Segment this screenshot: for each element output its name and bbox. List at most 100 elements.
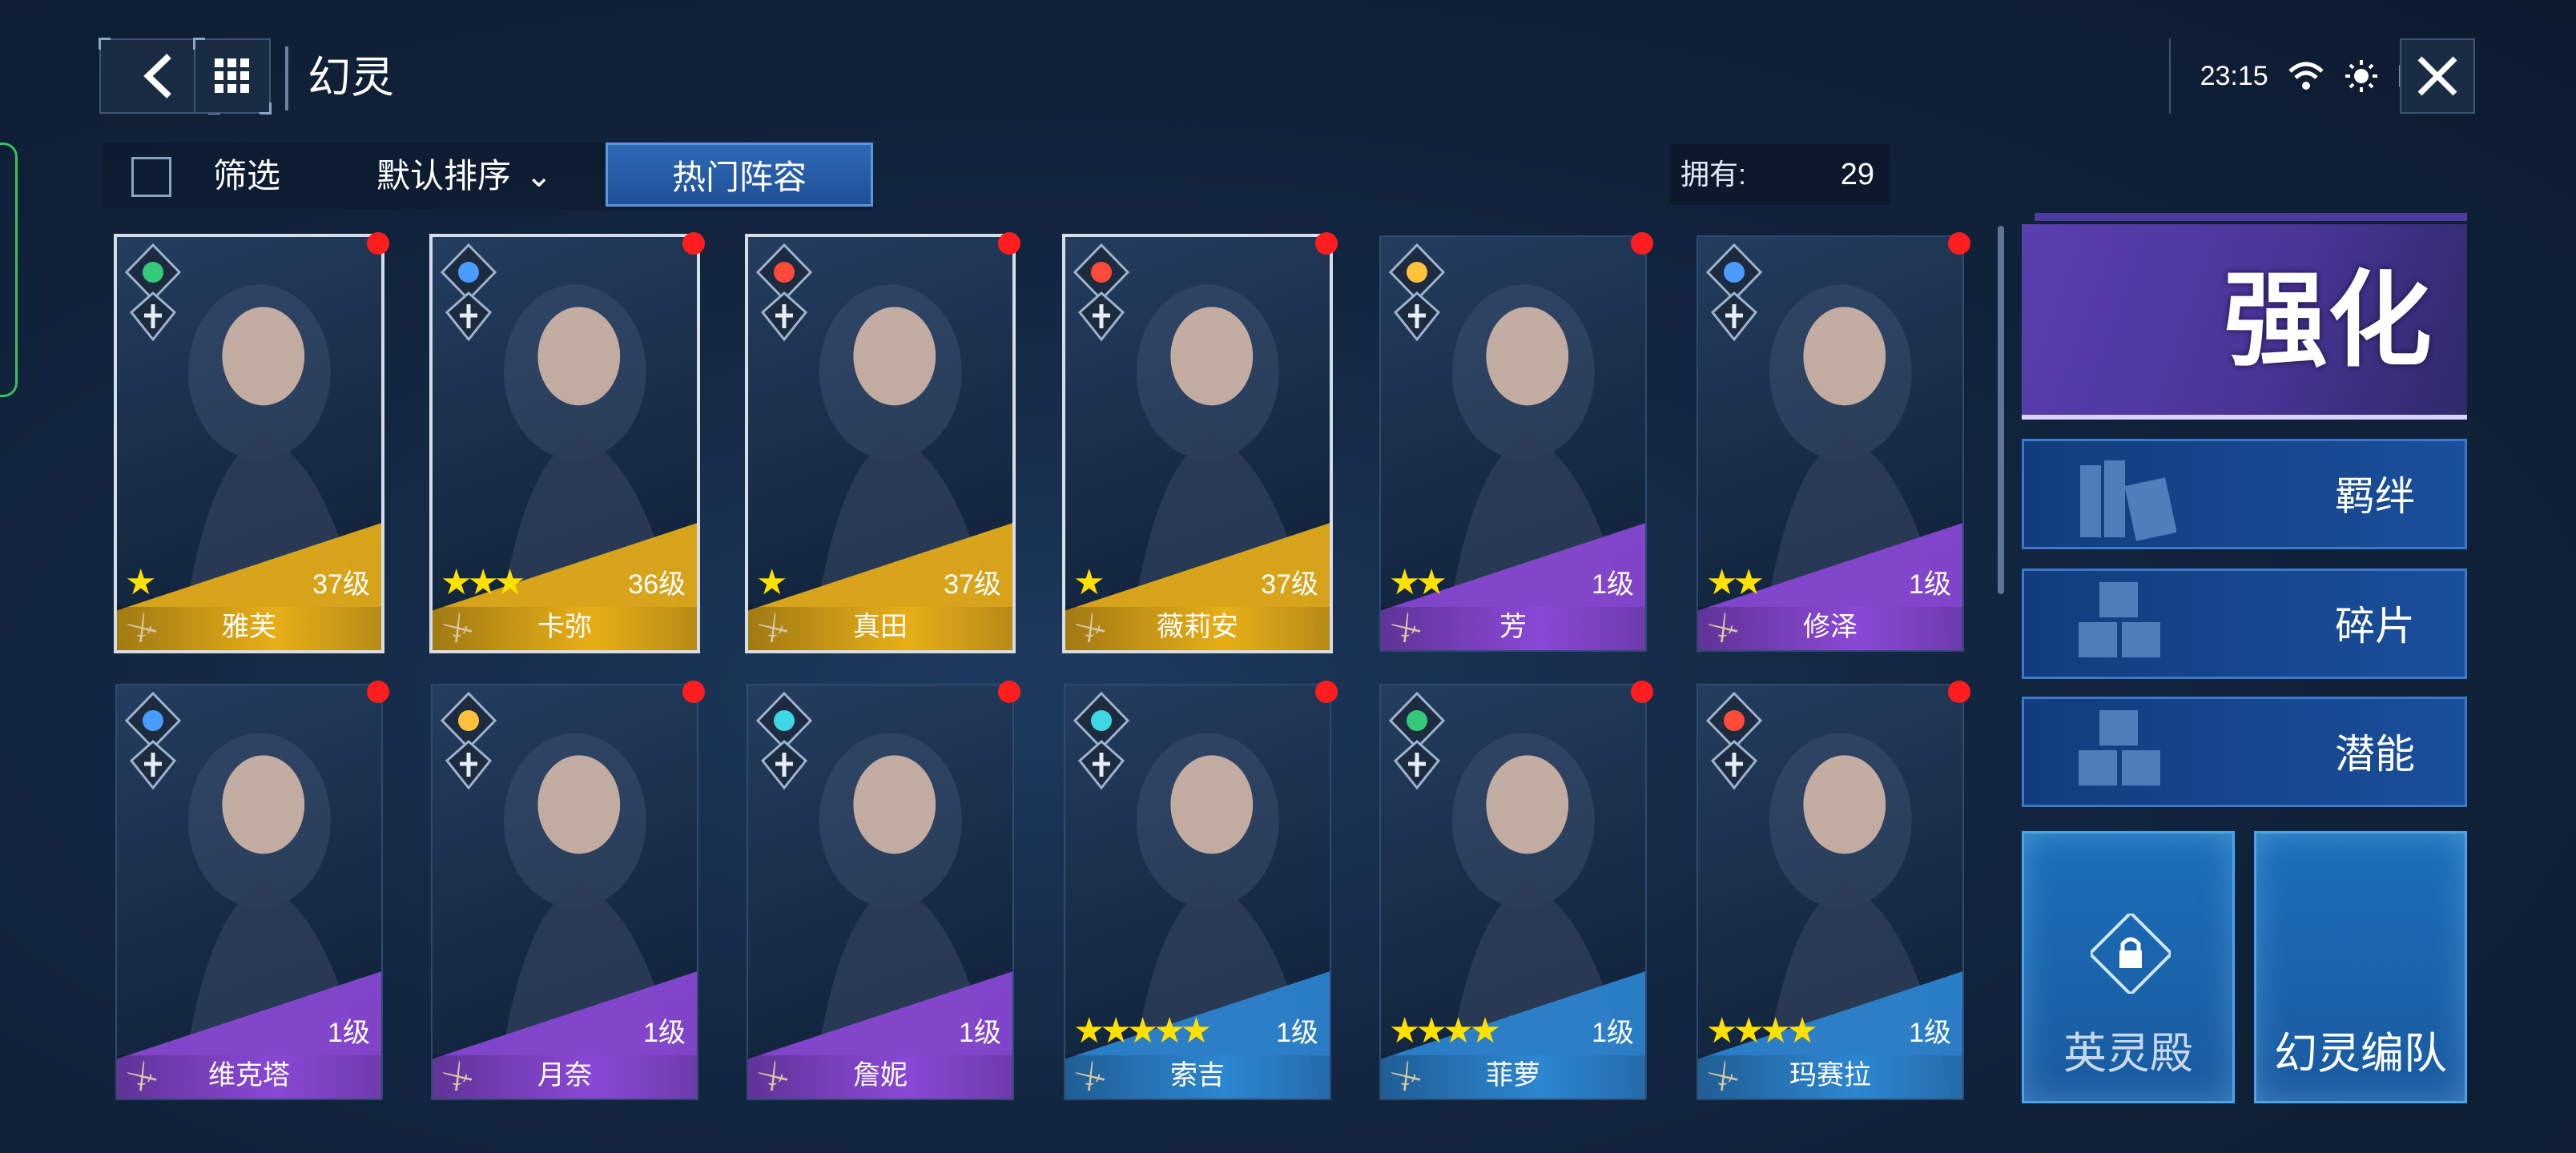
character-level: 1级 [959,1018,1001,1048]
bond-label: 羁绊 [2335,474,2415,519]
lock-icon [2091,914,2171,994]
menu-button[interactable] [193,38,272,114]
star-rating: ★★ [1389,563,1447,602]
element-emblem-icon [756,692,812,790]
character-level: 36级 [628,569,686,600]
character-level: 1级 [1909,1018,1951,1048]
bond-button[interactable]: 羁绊 [2022,439,2467,549]
character-level: 1级 [1909,569,1951,600]
enhance-top-trim [2035,213,2467,221]
character-level: 1级 [1276,1018,1318,1048]
hot-lineup-button[interactable]: 热门阵容 [606,143,873,207]
element-emblem-icon [1706,243,1762,342]
notification-badge [998,232,1020,255]
hero-hall-button[interactable]: 英灵殿 [2022,831,2235,1103]
potential-label: 潜能 [2335,732,2415,777]
star-rating: ★ [756,563,788,602]
character-card[interactable]: ⚔ ★★★ 36级 卡弥 [429,234,700,653]
boxes-icon [2079,582,2160,657]
character-level: 37级 [1261,569,1318,600]
close-button[interactable] [2400,38,2475,114]
character-name: 卡弥 [537,612,592,642]
notification-badge [1315,681,1338,703]
element-emblem-icon [125,243,181,342]
character-card[interactable]: ⚔ ★ 37级 薇莉安 [1062,234,1333,653]
character-level: 1级 [643,1018,686,1048]
character-name: 芳 [1499,612,1527,642]
notification-badge [367,681,389,703]
element-emblem-icon [1706,692,1762,790]
potential-button[interactable]: 潜能 [2022,697,2467,807]
character-name: 修泽 [1803,612,1858,642]
page-title: 幻灵 [308,54,394,102]
brightness-icon [2345,60,2378,92]
wifi-icon [2288,62,2324,90]
notification-badge [1948,681,1970,703]
element-emblem-icon [125,692,181,790]
clock: 23:15 [2200,60,2268,91]
notification-badge [1631,681,1653,703]
enhance-button[interactable]: 强化 [2022,224,2467,420]
element-emblem-icon [1073,692,1129,790]
element-emblem-icon [441,243,497,342]
character-card[interactable]: ⚔ ★★★★★ 1级 索吉 [1064,684,1331,1100]
character-name: 菲萝 [1486,1060,1540,1091]
character-name: 薇莉安 [1157,612,1238,642]
chevron-down-icon: ⌄ [525,159,553,194]
side-drawer-tab[interactable] [0,143,18,397]
owned-value: 29 [1840,158,1874,191]
star-rating: ★★★ [441,563,525,602]
character-name: 索吉 [1170,1060,1225,1091]
notification-badge [682,232,705,255]
star-rating: ★★★★★ [1073,1011,1212,1051]
star-rating: ★ [125,563,157,602]
boxes-icon [2079,710,2160,785]
notification-badge [1948,232,1970,255]
star-rating: ★★★★ [1389,1011,1501,1051]
fragment-label: 碎片 [2335,604,2415,649]
sort-dropdown[interactable]: 默认排序 [376,152,511,200]
filter-label[interactable]: 筛选 [213,152,280,200]
notification-badge [1315,232,1338,255]
star-rating: ★ [1073,563,1105,602]
close-icon [2417,56,2457,96]
character-name: 维克塔 [208,1060,290,1091]
character-name: 雅芙 [222,612,276,642]
owned-count: 拥有: 29 [1669,144,1890,205]
character-card[interactable]: ⚔ ★★★★ 1级 菲萝 [1379,684,1647,1100]
notification-badge [367,232,389,255]
chevron-left-icon [143,54,171,98]
character-name: 玛赛拉 [1789,1060,1871,1091]
element-emblem-icon [441,692,497,790]
character-card[interactable]: ⚔ ★★ 1级 修泽 [1697,235,1964,652]
character-card[interactable]: ⚔ 1级 维克塔 [115,684,383,1100]
character-level: 37级 [944,569,1001,600]
grid-icon [215,58,249,93]
character-card[interactable]: ⚔ ★★★★ 1级 玛赛拉 [1697,684,1964,1100]
fragment-button[interactable]: 碎片 [2022,568,2467,679]
notification-badge [682,681,705,703]
star-rating: ★★★★ [1706,1011,1818,1051]
character-card[interactable]: ⚔ ★★ 1级 芳 [1379,235,1647,652]
character-card[interactable]: ⚔ ★ 37级 真田 [745,234,1016,653]
books-icon [2080,460,2176,541]
character-name: 月奈 [537,1060,592,1091]
team-formation-label: 幻灵编队 [2274,1030,2447,1078]
character-card[interactable]: ⚔ ★ 37级 雅芙 [114,234,384,653]
character-level: 1级 [1592,569,1634,600]
filter-checkbox[interactable] [131,157,171,197]
enhance-label: 强化 [2223,262,2432,379]
character-level: 1级 [328,1018,370,1048]
character-card[interactable]: ⚔ 1级 月奈 [431,684,698,1100]
notification-badge [1631,232,1653,255]
character-card[interactable]: ⚔ 1级 詹妮 [747,684,1014,1100]
element-emblem-icon [1073,243,1129,342]
grid-scrollbar[interactable] [1998,226,2004,594]
character-name: 真田 [853,612,908,642]
star-rating: ★★ [1706,563,1765,602]
element-emblem-icon [1389,243,1445,342]
character-level: 37级 [312,569,370,600]
element-emblem-icon [756,243,812,342]
team-formation-button[interactable]: 幻灵编队 [2254,831,2467,1103]
element-emblem-icon [1389,692,1445,790]
